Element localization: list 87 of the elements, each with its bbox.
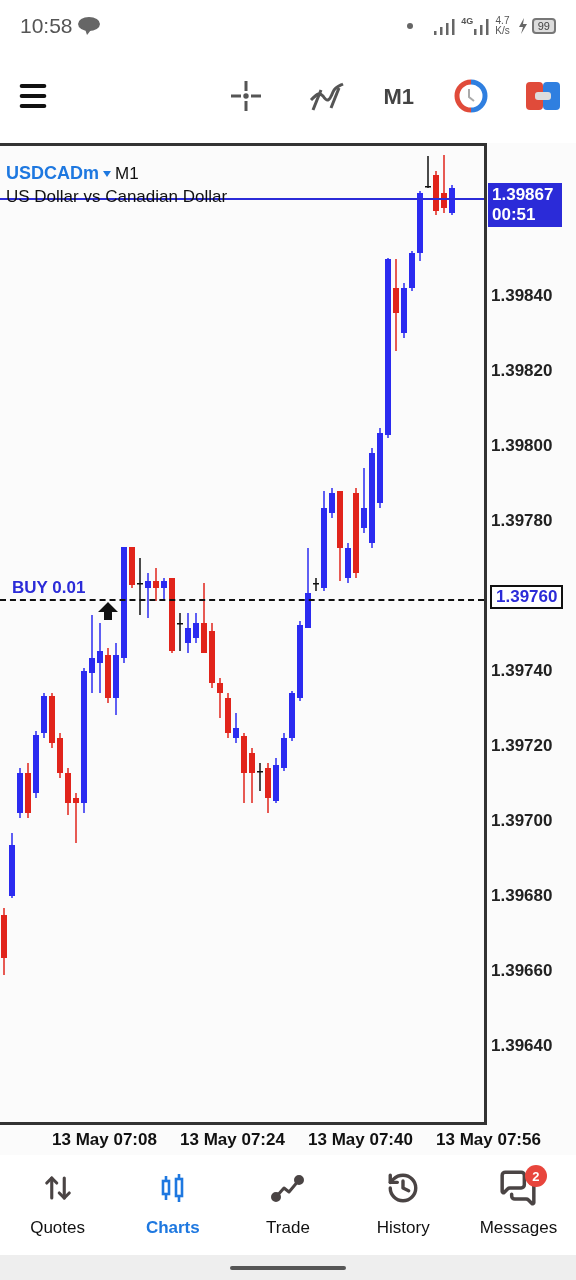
price-tick: 1.39820 [491,362,553,379]
candle [273,757,279,804]
buy-arrow-icon [97,601,119,621]
time-tick: 13 May 07:08 [52,1129,158,1152]
order-label: BUY 0.01 [12,577,86,599]
price-tick: 1.39740 [491,662,553,679]
status-time: 10:58 [20,13,73,40]
messages-icon [499,1169,538,1208]
battery-level: 99 [531,18,556,34]
signal-icon [473,16,492,36]
candle [33,730,39,799]
time-tick: 13 May 07:24 [180,1129,286,1152]
candle [361,467,367,534]
candle [409,250,415,292]
signal-icon [433,16,458,36]
candle [449,184,455,216]
candle [345,542,351,584]
clock-circle-button[interactable] [454,79,488,113]
nav-tab[interactable]: History [345,1169,461,1241]
candle [153,567,159,602]
candle [161,577,167,602]
network-speed: 4.7 [495,16,510,26]
current-price: 1.39867 [492,184,555,205]
one-click-trading-button[interactable] [526,82,560,110]
candle [137,557,143,616]
candle [281,732,287,772]
candle [25,762,31,819]
candle [249,747,255,804]
candle [257,762,263,792]
price-tick: 1.39660 [491,962,553,979]
candle [193,612,199,644]
price-tick: 1.39700 [491,812,553,829]
candle [225,692,231,739]
candle [129,546,135,589]
bar-countdown: 00:51 [492,204,537,225]
crosshair-button[interactable] [229,79,264,113]
symbol-name[interactable]: USDCADm [6,160,99,187]
candle [185,612,191,654]
candle [265,762,271,814]
candle [433,170,439,216]
nav-tab[interactable]: Trade [230,1169,346,1241]
candle [313,577,319,592]
candle [241,732,247,804]
price-tick: 1.39780 [491,512,553,529]
timeframe-button[interactable]: M1 [383,79,414,113]
candle [417,190,423,262]
price-tick: 1.39840 [491,287,553,304]
candle [425,155,431,189]
nav-tab[interactable]: Charts [115,1169,231,1241]
candle [17,767,23,819]
speed-unit: K/s [495,26,510,36]
chat-bubble-icon [76,16,101,36]
candle [105,647,111,704]
unread-badge: 2 [524,1165,547,1188]
candle [233,712,239,744]
price-tick: 1.39680 [491,887,553,904]
candle [1,907,7,976]
candle [73,792,79,844]
network-type: 4G [461,17,474,26]
candle [41,692,47,739]
candle [329,487,335,519]
price-tick: 1.39720 [491,737,553,754]
time-tick: 13 May 07:40 [308,1129,414,1152]
candle [401,282,407,339]
order-price-tag: 1.39760 [490,585,564,609]
candle [289,690,295,742]
candle [209,622,215,689]
candle [217,677,223,719]
candle [145,572,151,619]
home-indicator[interactable] [230,1265,346,1270]
indicators-button[interactable] [309,80,346,112]
nav-tab[interactable]: Quotes [0,1169,116,1241]
candle [65,767,71,816]
dropdown-icon [103,170,111,177]
price-tick: 1.39640 [491,1037,553,1054]
candle [9,832,15,899]
candle [97,622,103,694]
candle [177,612,183,652]
line-chart-icon [271,1173,305,1204]
time-tick: 13 May 07:56 [436,1129,542,1152]
candle [49,692,55,749]
candle [441,154,447,214]
price-tick: 1.39800 [491,437,553,454]
candle [201,582,207,654]
candle [57,732,63,779]
chart-timeframe: M1 [115,162,139,185]
charging-icon [517,18,528,34]
